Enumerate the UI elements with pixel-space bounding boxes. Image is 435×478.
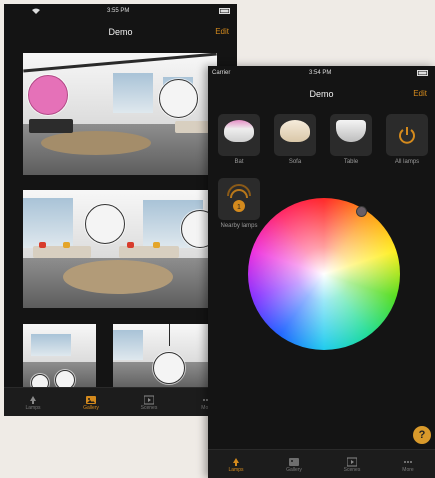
lamp-tile-bat[interactable] [218,114,260,156]
tab-lamps[interactable]: Lamps [216,450,256,478]
tab-scenes[interactable]: Scenes [129,388,169,416]
page-title: Demo [108,27,133,37]
lamp-icon [231,454,241,466]
color-wheel[interactable] [248,198,400,350]
photo-window [113,330,143,360]
tab-label: Gallery [286,467,302,473]
edit-button[interactable]: Edit [413,89,427,98]
photo-sofa [175,121,209,133]
lamp-tile-all-lamps[interactable] [386,114,428,156]
page-title: Demo [309,89,334,99]
lamp-tile-nearby-lamps[interactable]: 1 [218,178,260,220]
photo-window [113,73,153,113]
help-button[interactable]: ? [413,426,431,444]
lamp-marker[interactable] [153,352,185,384]
tab-label: Lamps [25,405,41,411]
photo-pillow [153,242,160,248]
status-time: 3:54 PM [309,70,332,76]
lamp-table-icon [336,120,366,142]
scenes-icon [143,392,155,405]
nearby-icon: 1 [227,184,251,219]
tab-lamps[interactable]: Lamps [13,388,53,416]
lamp-marker[interactable] [159,79,198,118]
edit-button[interactable]: Edit [215,27,229,36]
lamps-screen: Carrier 3:54 PM Demo Edit Bat Sofa Table… [208,66,435,478]
tab-scenes[interactable]: Scenes [332,450,372,478]
tab-more[interactable]: More [388,450,428,478]
lamp-icon [28,392,38,404]
battery-icon [219,8,231,16]
color-picker-handle[interactable] [356,206,367,217]
lamp-label: Bat [234,159,244,165]
lamp-tile-table[interactable] [330,114,372,156]
tab-bar: Lamps Gallery Scenes More [208,449,435,478]
photo-sofa [29,119,73,133]
tab-label: Scenes [140,405,158,411]
photo-pillow [127,242,134,248]
tab-gallery[interactable]: Gallery [71,388,111,416]
gallery-icon [289,454,299,466]
tab-gallery[interactable]: Gallery [274,450,314,478]
lamp-label: Table [343,159,359,165]
lamp-label: Nearby lamps [220,223,258,229]
lamp-bat-icon [224,120,254,142]
photo-rug [41,131,151,155]
tab-label: More [402,467,414,473]
status-bar: Carrier 3:54 PM [208,66,435,80]
power-icon [397,125,417,150]
photo-pendant-cord [169,324,170,346]
tab-bar: Lamps Gallery Scenes More [4,387,237,416]
photo-pillow [39,242,46,248]
svg-text:1: 1 [237,204,241,211]
nav-bar: Demo Edit [208,80,435,110]
lamp-sofa-icon [280,120,310,142]
tab-label: Lamps [228,467,244,473]
status-bar: 3:55 PM [4,4,237,18]
gallery-photo-living-room-2[interactable] [23,190,217,308]
photo-window [31,334,71,356]
tab-label: Scenes [343,467,361,473]
photo-rug [63,260,173,294]
battery-icon [417,70,429,78]
lamp-marker[interactable] [28,75,68,115]
gallery-screen: 3:55 PM Demo Edit Lamps Gallery Scenes M… [4,4,237,416]
gallery-photo-room-3[interactable] [23,324,96,390]
tab-label: Gallery [83,405,99,411]
scenes-icon [346,454,358,467]
status-carrier: Carrier [212,70,231,76]
nav-bar: Demo Edit [4,18,237,48]
photo-pillow [63,242,70,248]
gallery-photo-living-room-1[interactable] [23,53,217,175]
lamp-label: All lamps [394,159,420,165]
wifi-icon [32,8,40,16]
lamp-marker[interactable] [85,204,125,244]
lamp-label: Sofa [288,159,302,165]
gallery-photo-room-4[interactable] [113,324,217,390]
gallery-icon [86,392,96,404]
status-time: 3:55 PM [107,8,130,14]
more-icon [403,454,413,464]
lamp-tile-sofa[interactable] [274,114,316,156]
photo-window [23,198,73,248]
